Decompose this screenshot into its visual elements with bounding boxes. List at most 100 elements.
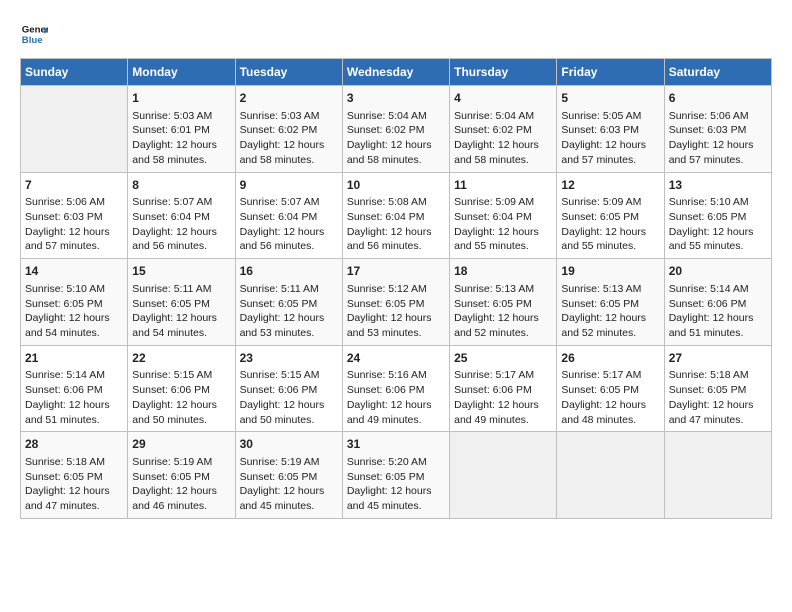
header-cell-sunday: Sunday xyxy=(21,59,128,86)
day-info: Sunrise: 5:15 AM Sunset: 6:06 PM Dayligh… xyxy=(132,368,230,427)
day-number: 8 xyxy=(132,177,230,194)
day-number: 24 xyxy=(347,350,445,367)
day-number: 23 xyxy=(240,350,338,367)
calendar-cell: 5 Sunrise: 5:05 AM Sunset: 6:03 PM Daylig… xyxy=(557,86,664,173)
day-number: 27 xyxy=(669,350,767,367)
day-info: Sunrise: 5:11 AM Sunset: 6:05 PM Dayligh… xyxy=(240,282,338,341)
calendar-cell: 28 Sunrise: 5:18 AM Sunset: 6:05 PM Dayli… xyxy=(21,432,128,519)
day-info: Sunrise: 5:03 AM Sunset: 6:02 PM Dayligh… xyxy=(240,109,338,168)
header-cell-monday: Monday xyxy=(128,59,235,86)
day-info: Sunrise: 5:18 AM Sunset: 6:05 PM Dayligh… xyxy=(25,455,123,514)
day-info: Sunrise: 5:10 AM Sunset: 6:05 PM Dayligh… xyxy=(25,282,123,341)
day-info: Sunrise: 5:09 AM Sunset: 6:05 PM Dayligh… xyxy=(561,195,659,254)
day-number: 13 xyxy=(669,177,767,194)
day-info: Sunrise: 5:09 AM Sunset: 6:04 PM Dayligh… xyxy=(454,195,552,254)
day-number: 21 xyxy=(25,350,123,367)
calendar-week-row: 21Sunrise: 5:14 AM Sunset: 6:06 PM Dayli… xyxy=(21,345,772,432)
day-info: Sunrise: 5:13 AM Sunset: 6:05 PM Dayligh… xyxy=(561,282,659,341)
calendar-cell: 1 Sunrise: 5:03 AM Sunset: 6:01 PM Daylig… xyxy=(128,86,235,173)
day-info: Sunrise: 5:07 AM Sunset: 6:04 PM Dayligh… xyxy=(240,195,338,254)
calendar-cell: 18 Sunrise: 5:13 AM Sunset: 6:05 PM Dayli… xyxy=(450,259,557,346)
day-info: Sunrise: 5:06 AM Sunset: 6:03 PM Dayligh… xyxy=(25,195,123,254)
day-info: Sunrise: 5:08 AM Sunset: 6:04 PM Dayligh… xyxy=(347,195,445,254)
day-info: Sunrise: 5:17 AM Sunset: 6:06 PM Dayligh… xyxy=(454,368,552,427)
day-info: Sunrise: 5:03 AM Sunset: 6:01 PM Dayligh… xyxy=(132,109,230,168)
header-cell-wednesday: Wednesday xyxy=(342,59,449,86)
calendar-cell: 12Sunrise: 5:09 AM Sunset: 6:05 PM Dayli… xyxy=(557,172,664,259)
calendar-cell xyxy=(21,86,128,173)
day-number: 18 xyxy=(454,263,552,280)
calendar-cell xyxy=(450,432,557,519)
day-number: 14 xyxy=(25,263,123,280)
calendar-cell: 13Sunrise: 5:10 AM Sunset: 6:05 PM Dayli… xyxy=(664,172,771,259)
day-number: 12 xyxy=(561,177,659,194)
day-number: 25 xyxy=(454,350,552,367)
calendar-cell: 26Sunrise: 5:17 AM Sunset: 6:05 PM Dayli… xyxy=(557,345,664,432)
calendar-cell: 4 Sunrise: 5:04 AM Sunset: 6:02 PM Daylig… xyxy=(450,86,557,173)
calendar-cell: 11Sunrise: 5:09 AM Sunset: 6:04 PM Dayli… xyxy=(450,172,557,259)
calendar-cell: 6 Sunrise: 5:06 AM Sunset: 6:03 PM Daylig… xyxy=(664,86,771,173)
day-info: Sunrise: 5:13 AM Sunset: 6:05 PM Dayligh… xyxy=(454,282,552,341)
calendar-cell: 27Sunrise: 5:18 AM Sunset: 6:05 PM Dayli… xyxy=(664,345,771,432)
day-info: Sunrise: 5:06 AM Sunset: 6:03 PM Dayligh… xyxy=(669,109,767,168)
header-cell-friday: Friday xyxy=(557,59,664,86)
day-number: 6 xyxy=(669,90,767,107)
calendar-cell: 30 Sunrise: 5:19 AM Sunset: 6:05 PM Dayli… xyxy=(235,432,342,519)
calendar-cell: 7Sunrise: 5:06 AM Sunset: 6:03 PM Daylig… xyxy=(21,172,128,259)
calendar-cell: 20 Sunrise: 5:14 AM Sunset: 6:06 PM Dayli… xyxy=(664,259,771,346)
calendar-cell: 14 Sunrise: 5:10 AM Sunset: 6:05 PM Dayli… xyxy=(21,259,128,346)
calendar-cell: 22Sunrise: 5:15 AM Sunset: 6:06 PM Dayli… xyxy=(128,345,235,432)
day-number: 22 xyxy=(132,350,230,367)
day-info: Sunrise: 5:20 AM Sunset: 6:05 PM Dayligh… xyxy=(347,455,445,514)
day-number: 29 xyxy=(132,436,230,453)
day-number: 3 xyxy=(347,90,445,107)
day-info: Sunrise: 5:14 AM Sunset: 6:06 PM Dayligh… xyxy=(669,282,767,341)
day-number: 31 xyxy=(347,436,445,453)
day-number: 15 xyxy=(132,263,230,280)
svg-text:Blue: Blue xyxy=(22,35,43,46)
calendar-cell: 29 Sunrise: 5:19 AM Sunset: 6:05 PM Dayli… xyxy=(128,432,235,519)
calendar-cell: 2Sunrise: 5:03 AM Sunset: 6:02 PM Daylig… xyxy=(235,86,342,173)
day-number: 5 xyxy=(561,90,659,107)
day-number: 1 xyxy=(132,90,230,107)
day-info: Sunrise: 5:19 AM Sunset: 6:05 PM Dayligh… xyxy=(132,455,230,514)
header-cell-saturday: Saturday xyxy=(664,59,771,86)
day-number: 10 xyxy=(347,177,445,194)
calendar-cell: 8Sunrise: 5:07 AM Sunset: 6:04 PM Daylig… xyxy=(128,172,235,259)
calendar-cell: 21Sunrise: 5:14 AM Sunset: 6:06 PM Dayli… xyxy=(21,345,128,432)
day-info: Sunrise: 5:12 AM Sunset: 6:05 PM Dayligh… xyxy=(347,282,445,341)
header-cell-tuesday: Tuesday xyxy=(235,59,342,86)
calendar-cell: 10Sunrise: 5:08 AM Sunset: 6:04 PM Dayli… xyxy=(342,172,449,259)
calendar-cell: 23Sunrise: 5:15 AM Sunset: 6:06 PM Dayli… xyxy=(235,345,342,432)
calendar-header-row: SundayMondayTuesdayWednesdayThursdayFrid… xyxy=(21,59,772,86)
day-number: 11 xyxy=(454,177,552,194)
header-cell-thursday: Thursday xyxy=(450,59,557,86)
logo: General Blue xyxy=(20,20,52,48)
calendar-week-row: 14 Sunrise: 5:10 AM Sunset: 6:05 PM Dayli… xyxy=(21,259,772,346)
day-number: 26 xyxy=(561,350,659,367)
calendar-cell: 31 Sunrise: 5:20 AM Sunset: 6:05 PM Dayli… xyxy=(342,432,449,519)
day-number: 28 xyxy=(25,436,123,453)
calendar-week-row: 1 Sunrise: 5:03 AM Sunset: 6:01 PM Daylig… xyxy=(21,86,772,173)
calendar-cell: 9Sunrise: 5:07 AM Sunset: 6:04 PM Daylig… xyxy=(235,172,342,259)
day-info: Sunrise: 5:04 AM Sunset: 6:02 PM Dayligh… xyxy=(454,109,552,168)
day-info: Sunrise: 5:19 AM Sunset: 6:05 PM Dayligh… xyxy=(240,455,338,514)
day-info: Sunrise: 5:10 AM Sunset: 6:05 PM Dayligh… xyxy=(669,195,767,254)
day-number: 30 xyxy=(240,436,338,453)
day-number: 16 xyxy=(240,263,338,280)
calendar-cell: 3 Sunrise: 5:04 AM Sunset: 6:02 PM Daylig… xyxy=(342,86,449,173)
day-number: 20 xyxy=(669,263,767,280)
calendar-cell: 19Sunrise: 5:13 AM Sunset: 6:05 PM Dayli… xyxy=(557,259,664,346)
day-info: Sunrise: 5:16 AM Sunset: 6:06 PM Dayligh… xyxy=(347,368,445,427)
day-number: 4 xyxy=(454,90,552,107)
logo-icon: General Blue xyxy=(20,20,48,48)
day-number: 7 xyxy=(25,177,123,194)
day-info: Sunrise: 5:18 AM Sunset: 6:05 PM Dayligh… xyxy=(669,368,767,427)
day-info: Sunrise: 5:05 AM Sunset: 6:03 PM Dayligh… xyxy=(561,109,659,168)
day-info: Sunrise: 5:04 AM Sunset: 6:02 PM Dayligh… xyxy=(347,109,445,168)
day-number: 17 xyxy=(347,263,445,280)
calendar-cell: 25Sunrise: 5:17 AM Sunset: 6:06 PM Dayli… xyxy=(450,345,557,432)
day-info: Sunrise: 5:07 AM Sunset: 6:04 PM Dayligh… xyxy=(132,195,230,254)
calendar-cell: 15Sunrise: 5:11 AM Sunset: 6:05 PM Dayli… xyxy=(128,259,235,346)
calendar-cell xyxy=(664,432,771,519)
